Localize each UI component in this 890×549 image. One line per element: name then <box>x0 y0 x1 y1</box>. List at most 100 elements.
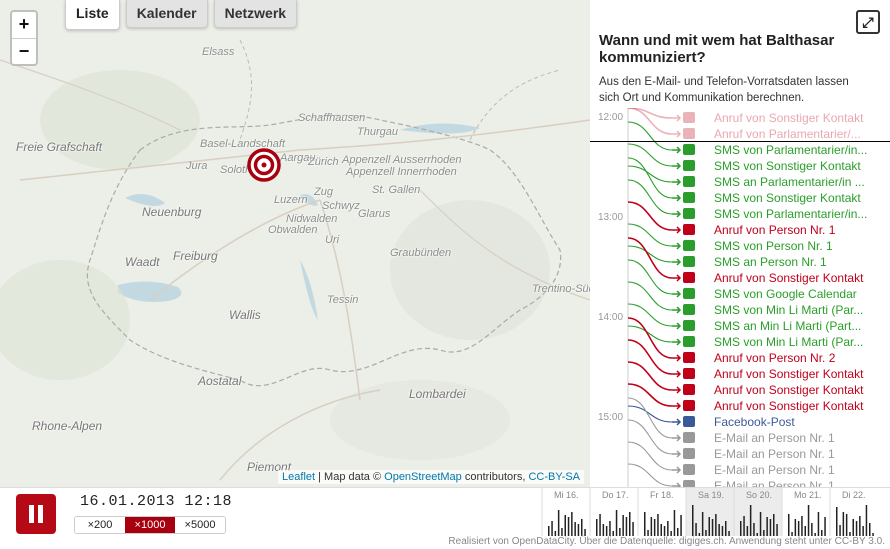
activity-bar <box>804 526 806 536</box>
activity-bar <box>599 514 601 536</box>
pause-icon[interactable] <box>16 494 56 534</box>
phone-icon <box>683 272 695 283</box>
event-item[interactable]: SMS von Min Li Marti (Par... <box>714 302 863 318</box>
activity-bar <box>644 512 646 536</box>
event-item[interactable]: Anruf von Sonstiger Kontakt <box>714 110 863 126</box>
event-curve <box>627 405 673 423</box>
event-curve <box>627 317 673 359</box>
activity-bar <box>680 515 682 536</box>
activity-bar <box>859 516 861 536</box>
activity-bar <box>746 526 749 536</box>
map-label: Obwalden <box>268 224 318 236</box>
event-item[interactable]: SMS von Sonstiger Kontakt <box>714 190 861 206</box>
direction-arrow <box>672 434 682 442</box>
event-item[interactable]: E-Mail an Person Nr. 1 <box>714 430 835 446</box>
sms-icon <box>683 288 695 299</box>
event-curve <box>627 463 673 487</box>
event-item[interactable]: Anruf von Sonstiger Kontakt <box>714 382 863 398</box>
direction-arrow <box>672 450 682 458</box>
zoom-control: + − <box>10 10 38 66</box>
event-item[interactable]: E-Mail an Person Nr. 1 <box>714 446 835 462</box>
event-curve <box>627 441 673 471</box>
direction-arrow <box>672 466 682 474</box>
playback-bar: 16.01.2013 12:18 ×200 ×1000 ×5000 Mi 16.… <box>0 487 890 549</box>
event-item[interactable]: SMS von Parlamentarier/in... <box>714 142 867 158</box>
direction-arrow <box>672 242 682 250</box>
time-label: 14:00 <box>598 312 624 323</box>
speed-1000-button[interactable]: ×1000 <box>125 517 175 533</box>
activity-bar <box>564 515 566 536</box>
event-item[interactable]: SMS von Person Nr. 1 <box>714 238 833 254</box>
opendatacity-link[interactable]: OpenDataCity <box>512 536 574 547</box>
mail-icon <box>683 448 695 459</box>
event-item[interactable]: Anruf von Person Nr. 2 <box>714 350 835 366</box>
osm-link[interactable]: OpenStreetMap <box>384 471 462 483</box>
speed-5000-button[interactable]: ×5000 <box>175 517 225 533</box>
activity-bar <box>625 517 628 536</box>
sms-icon <box>683 160 695 171</box>
activity-bar <box>839 525 841 536</box>
map-label: Thurgau <box>357 126 398 138</box>
activity-bar <box>845 514 848 536</box>
map-label: Trentino-Süd <box>532 283 590 295</box>
activity-bar <box>788 514 790 536</box>
activity-bar <box>759 512 762 536</box>
map-label: Zug <box>314 186 333 198</box>
event-item[interactable]: Anruf von Parlamentarier/... <box>714 126 861 142</box>
tab-netzwerk[interactable]: Netzwerk <box>213 0 298 28</box>
day-label: Mo 21. <box>794 490 822 500</box>
day-label: Fr 18. <box>650 490 674 500</box>
expand-icon[interactable]: ⤢ <box>856 10 880 34</box>
event-timeline[interactable]: 12:00 13:00 14:00 15:00 Anruf von Sonsti… <box>590 108 890 487</box>
activity-bar <box>622 515 624 536</box>
event-item[interactable]: Anruf von Sonstiger Kontakt <box>714 366 863 382</box>
activity-bar <box>743 516 745 536</box>
direction-arrow <box>672 114 682 122</box>
license-link[interactable]: CC-BY-SA <box>528 471 580 483</box>
digiges-link[interactable]: digiges.ch <box>679 536 724 547</box>
activity-bar <box>574 522 576 536</box>
activity-bar <box>769 519 772 536</box>
event-item[interactable]: E-Mail an Person Nr. 1 <box>714 462 835 478</box>
event-item[interactable]: Anruf von Person Nr. 1 <box>714 222 835 238</box>
event-item[interactable]: E-Mail an Person Nr. 1 <box>714 478 835 487</box>
direction-arrow <box>672 162 682 170</box>
direction-arrow <box>672 194 682 202</box>
event-item[interactable]: SMS an Parlamentarier/in ... <box>714 174 865 190</box>
event-item[interactable]: SMS von Min Li Marti (Par... <box>714 334 863 350</box>
phone-icon <box>683 112 695 123</box>
tab-liste[interactable]: Liste <box>65 0 120 30</box>
direction-arrow <box>672 130 682 138</box>
map-label: Aostatal <box>198 374 242 388</box>
map-label: Freie Grafschaft <box>16 140 103 154</box>
speed-200-button[interactable]: ×200 <box>75 517 125 533</box>
event-item[interactable]: Anruf von Sonstiger Kontakt <box>714 398 863 414</box>
map-label: Glarus <box>358 208 391 220</box>
event-item[interactable]: Facebook-Post <box>714 414 795 430</box>
activity-bar <box>801 516 803 536</box>
location-marker-icon[interactable] <box>247 148 281 182</box>
license-link[interactable]: CC-BY 3.0 <box>835 536 883 547</box>
event-item[interactable]: SMS von Google Calendar <box>714 286 857 302</box>
map[interactable]: Elsass Schaffhausen Thurgau Freie Grafsc… <box>0 0 590 487</box>
activity-bar <box>692 505 694 536</box>
event-item[interactable]: SMS an Min Li Marti (Part... <box>714 318 861 334</box>
event-item[interactable]: SMS an Person Nr. 1 <box>714 254 827 270</box>
tab-kalender[interactable]: Kalender <box>125 0 208 28</box>
activity-bar <box>605 526 608 536</box>
zoom-out-button[interactable]: − <box>12 38 36 64</box>
map-label: Elsass <box>202 46 235 58</box>
activity-bar <box>824 517 826 536</box>
map-label: Freiburg <box>173 249 218 263</box>
event-item[interactable]: SMS von Parlamentarier/in... <box>714 206 867 222</box>
activity-bar <box>766 517 768 536</box>
zoom-in-button[interactable]: + <box>12 12 36 38</box>
attribution-text: | Map data © <box>315 471 385 483</box>
time-label: 12:00 <box>598 112 624 123</box>
event-curve <box>627 108 673 135</box>
activity-histogram[interactable]: Mi 16. Do 17. Fr 18. Sa 19. So 20. Mo 21. Di 2… <box>242 488 890 536</box>
activity-bar <box>663 526 666 536</box>
event-item[interactable]: Anruf von Sonstiger Kontakt <box>714 270 863 286</box>
leaflet-link[interactable]: Leaflet <box>282 471 315 483</box>
event-item[interactable]: SMS von Sonstiger Kontakt <box>714 158 861 174</box>
